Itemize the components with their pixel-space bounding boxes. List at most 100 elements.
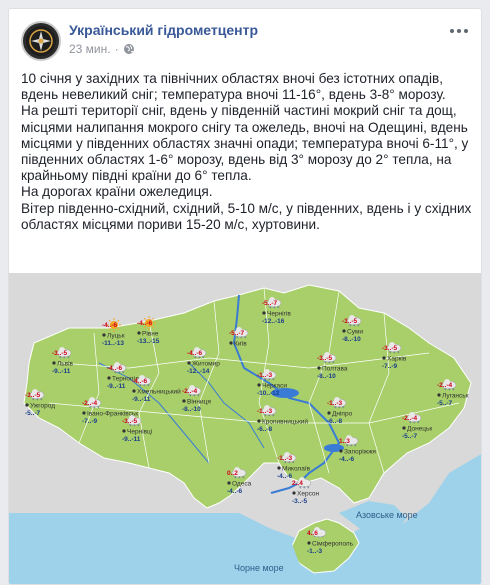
- city-day-temp: -1..-3: [257, 372, 273, 379]
- city-name: Суми: [347, 329, 363, 336]
- city-day-temp: -1..-3: [257, 408, 273, 415]
- page-name-link[interactable]: Український гідрометцентр: [69, 22, 258, 38]
- city-name: Вінниця: [187, 398, 211, 406]
- city-name: Рівне: [142, 330, 159, 338]
- dot-icon: [450, 29, 454, 33]
- city-dot: [82, 411, 86, 415]
- city-night-temp: -9..-11: [132, 396, 151, 403]
- city-night-temp: -8..-10: [182, 406, 201, 413]
- city-night-temp: -4..-6: [339, 456, 355, 463]
- city-night-temp: -9..-11: [52, 368, 71, 375]
- city-dot: [262, 311, 266, 315]
- post-paragraph: Вітер південно-східний, східний, 5-10 м/…: [21, 200, 472, 232]
- city-name: Ужгород: [30, 403, 55, 410]
- city-dot: [402, 426, 406, 430]
- post-paragraph: На решті території сніг, вдень у південн…: [21, 103, 469, 184]
- city-night-temp: -9..-11: [122, 436, 141, 443]
- city-night-temp: -1..-3: [307, 548, 323, 555]
- city-name: Луцьк: [107, 333, 125, 340]
- city-name: Миколаїв: [282, 466, 311, 473]
- city-night-temp: -13..-15: [137, 338, 160, 345]
- city-name: Чернігів: [267, 310, 291, 318]
- city-name: Хмельницький: [137, 388, 181, 396]
- azov-sea-label: Азовське море: [356, 510, 418, 520]
- city-day-temp: -3..-5: [317, 355, 333, 362]
- city-name: Львів: [57, 360, 74, 368]
- city-dot: [277, 466, 281, 470]
- city-dot: [187, 361, 191, 365]
- post-text: 10 січня у західних та північних областя…: [21, 71, 473, 233]
- city-day-temp: -4..-6: [132, 378, 148, 385]
- city-day-temp: -3..-5: [342, 318, 358, 325]
- city-day-temp: -3..-5: [52, 350, 68, 357]
- city-dot: [317, 366, 321, 370]
- city-dot: [229, 341, 233, 345]
- city-night-temp: -7..-9: [82, 418, 98, 425]
- city-night-temp: -6..-8: [257, 426, 273, 433]
- page-avatar[interactable]: [21, 21, 61, 61]
- more-options-button[interactable]: [447, 21, 471, 41]
- city-day-temp: -3..-5: [382, 345, 398, 352]
- city-day-temp: -4..-6: [137, 320, 153, 327]
- post-meta: 23 мин. ·: [69, 42, 135, 56]
- city-name: Чернівці: [127, 428, 152, 436]
- city-dot: [25, 403, 29, 407]
- city-dot: [292, 491, 296, 495]
- city-day-temp: -5..-7: [229, 330, 245, 337]
- city-day-temp: -2..-4: [437, 382, 453, 389]
- globe-icon[interactable]: [123, 43, 135, 55]
- city-dot: [52, 361, 56, 365]
- city-name: Сімферополь: [312, 540, 354, 548]
- city-day-temp: -2..-4: [402, 415, 418, 422]
- city-dot: [102, 333, 106, 337]
- post-paragraph: 10 січня у західних та північних областя…: [21, 71, 446, 103]
- city-dot: [227, 481, 231, 485]
- city-day-temp: -4..-6: [102, 322, 118, 329]
- city-day-temp: 2..4: [292, 480, 303, 487]
- black-sea-label: Чорне море: [234, 563, 284, 573]
- city-night-temp: -5..-7: [402, 433, 418, 440]
- city-night-temp: -9..-11: [107, 383, 126, 390]
- city-dot: [137, 331, 141, 335]
- city-night-temp: -7..-9: [382, 363, 398, 370]
- city-dot: [382, 356, 386, 360]
- post-timestamp[interactable]: 23 мин.: [69, 42, 111, 56]
- city-day-temp: 1..3: [339, 438, 350, 445]
- forecast-map-image[interactable]: Азовське море Чорне море Луцьк -4..-6 -11.…: [9, 273, 481, 584]
- city-day-temp: -2..-4: [182, 388, 198, 395]
- city-name: Житомир: [192, 361, 220, 368]
- city-day-temp: -1..-3: [277, 455, 293, 462]
- city-name: Херсон: [297, 491, 320, 498]
- city-name: Донецьк: [407, 426, 432, 433]
- city-day-temp: -3..-5: [25, 392, 41, 399]
- city-day-temp: -3..-5: [122, 418, 138, 425]
- dot-icon: [457, 29, 461, 33]
- city-day-temp: 0..2: [227, 470, 238, 477]
- ukraine-weather-map: Азовське море Чорне море Луцьк -4..-6 -11.…: [9, 273, 481, 584]
- city-night-temp: -12..-16: [262, 318, 285, 325]
- city-night-temp: -6..-8: [327, 418, 343, 425]
- city-dot: [437, 393, 441, 397]
- city-name: Луганськ: [442, 393, 469, 400]
- city-name: Харків: [387, 355, 407, 363]
- city-dot: [257, 383, 261, 387]
- city-dot: [122, 429, 126, 433]
- city-day-temp: -4..-6: [187, 350, 203, 357]
- city-name: Дніпро: [332, 410, 353, 418]
- city-dot: [342, 329, 346, 333]
- post-paragraph: На дорогах країни ожеледиця.: [21, 184, 213, 200]
- city-day-temp: -5..-7: [262, 300, 278, 307]
- city-night-temp: -5..-7: [437, 400, 453, 407]
- city-night-temp: -8..-10: [317, 373, 336, 380]
- city-day-temp: -1..-3: [327, 400, 343, 407]
- city-night-temp: -5..-7: [25, 410, 41, 417]
- city-night-temp: -4..-6: [227, 488, 243, 495]
- dot-icon: [464, 29, 468, 33]
- city-day-temp: -2..-4: [82, 400, 98, 407]
- city-dot: [339, 449, 343, 453]
- city-name: Черкаси: [262, 383, 287, 390]
- city-dot: [327, 411, 331, 415]
- facebook-post: Український гідрометцентр 23 мин. · 10 с…: [8, 8, 482, 585]
- city-dot: [132, 389, 136, 393]
- city-name: Кропивницький: [262, 418, 308, 426]
